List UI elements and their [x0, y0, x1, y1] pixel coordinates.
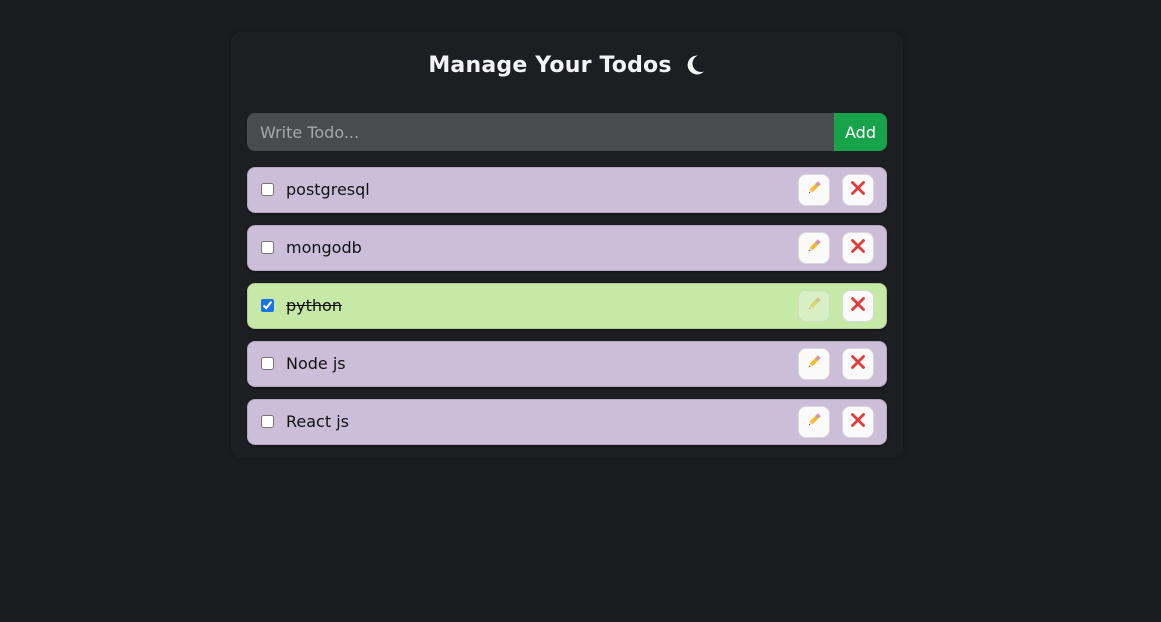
todo-checkbox[interactable]	[261, 241, 274, 254]
todo-item: mongodb	[247, 225, 887, 271]
todo-item: React js	[247, 399, 887, 445]
todo-checkbox[interactable]	[261, 183, 274, 196]
todo-text: postgresql	[286, 180, 370, 199]
todo-text: mongodb	[286, 238, 362, 257]
pencil-icon	[806, 180, 822, 200]
todo-input[interactable]	[247, 113, 834, 151]
add-button[interactable]: Add	[834, 113, 887, 151]
todo-text: Node js	[286, 354, 346, 373]
edit-button[interactable]	[798, 406, 830, 438]
todo-form: Add	[247, 113, 887, 151]
edit-button[interactable]	[798, 232, 830, 264]
todo-checkbox[interactable]	[261, 299, 274, 312]
edit-button[interactable]	[798, 348, 830, 380]
pencil-icon	[806, 354, 822, 374]
moon-icon[interactable]	[684, 54, 706, 76]
todo-item: postgresql	[247, 167, 887, 213]
todo-item: Node js	[247, 341, 887, 387]
close-icon	[850, 296, 866, 316]
header: Manage Your Todos	[231, 50, 903, 80]
todo-item: python	[247, 283, 887, 329]
pencil-icon	[806, 412, 822, 432]
delete-button[interactable]	[842, 290, 874, 322]
todo-text: python	[286, 296, 342, 315]
delete-button[interactable]	[842, 348, 874, 380]
pencil-icon	[806, 238, 822, 258]
edit-button[interactable]	[798, 290, 830, 322]
todo-checkbox[interactable]	[261, 415, 274, 428]
todo-text: React js	[286, 412, 349, 431]
todo-card: Manage Your Todos Add postgresql	[231, 32, 903, 458]
close-icon	[850, 238, 866, 258]
todo-checkbox[interactable]	[261, 357, 274, 370]
close-icon	[850, 412, 866, 432]
close-icon	[850, 180, 866, 200]
delete-button[interactable]	[842, 174, 874, 206]
close-icon	[850, 354, 866, 374]
delete-button[interactable]	[842, 232, 874, 264]
delete-button[interactable]	[842, 406, 874, 438]
pencil-icon	[806, 296, 822, 316]
page-title: Manage Your Todos	[428, 52, 672, 78]
edit-button[interactable]	[798, 174, 830, 206]
